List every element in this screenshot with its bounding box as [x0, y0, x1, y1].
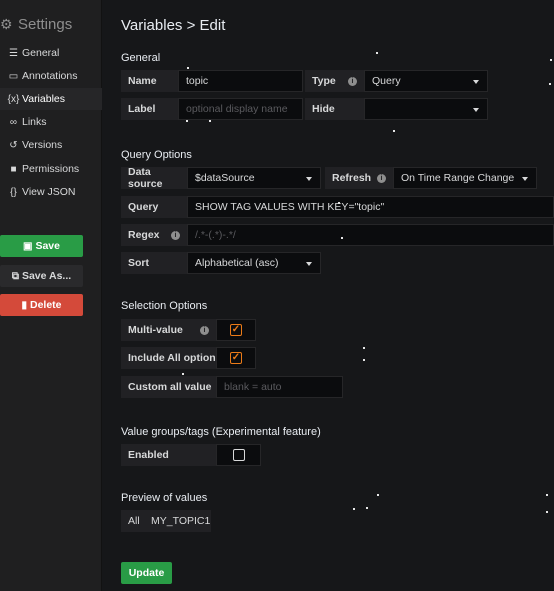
- custom-all-label: Custom all value: [121, 376, 216, 398]
- lock-icon: ■: [10, 163, 17, 175]
- query-options-heading: Query Options: [121, 149, 192, 161]
- sidebar-item-permissions[interactable]: ■ Permissions: [0, 158, 102, 180]
- comment-icon: ▭: [8, 70, 19, 82]
- label-input[interactable]: optional display name: [178, 98, 303, 120]
- query-label: Query: [121, 196, 187, 218]
- sort-select[interactable]: Alphabetical (asc): [187, 252, 321, 274]
- include-all-checkbox[interactable]: ✓: [230, 352, 242, 364]
- settings-title: ⚙ Settings: [0, 15, 73, 33]
- regex-input[interactable]: /.*-(.*)-.*/: [187, 224, 554, 246]
- custom-all-input[interactable]: blank = auto: [216, 376, 343, 398]
- info-icon: i: [171, 230, 180, 240]
- sidebar-item-links[interactable]: ∞ Links: [0, 111, 102, 133]
- preview-value: All: [121, 510, 145, 532]
- hide-label: Hide: [305, 98, 364, 120]
- artifact-dot: [182, 373, 184, 375]
- link-icon: ∞: [9, 116, 18, 128]
- artifact-dot: [338, 202, 340, 204]
- code-icon: {}: [10, 186, 17, 198]
- artifact-dot: [187, 67, 189, 69]
- artifact-dot: [546, 494, 548, 496]
- save-button[interactable]: ▣ Save: [0, 235, 83, 257]
- artifact-dot: [550, 59, 552, 61]
- artifact-dot: [209, 120, 211, 122]
- selection-options-heading: Selection Options: [121, 300, 208, 312]
- history-icon: ↺: [9, 139, 18, 151]
- sidebar-item-versions[interactable]: ↺ Versions: [0, 134, 102, 156]
- save-as-button[interactable]: ⧉ Save As...: [0, 265, 83, 287]
- artifact-dot: [376, 52, 378, 54]
- copy-icon: ⧉: [11, 270, 19, 282]
- info-icon: i: [348, 76, 357, 86]
- artifact-dot: [363, 347, 365, 349]
- multi-value-checkbox-wrap: ✓: [216, 319, 256, 341]
- gear-icon: ⚙: [0, 15, 13, 32]
- artifact-dot: [363, 359, 365, 361]
- sliders-icon: ☰: [9, 47, 18, 59]
- sidebar-item-general[interactable]: ☰ General: [0, 42, 102, 64]
- regex-label: Regex i: [121, 224, 187, 246]
- artifact-dot: [546, 511, 548, 513]
- settings-sidebar: ⚙ Settings ☰ General ▭ Annotations {x} V…: [0, 0, 102, 591]
- enabled-checkbox-wrap: [216, 444, 261, 466]
- hide-select[interactable]: [364, 98, 488, 120]
- value-groups-heading: Value groups/tags (Experimental feature): [121, 426, 321, 438]
- type-label: Type i: [305, 70, 364, 92]
- enabled-checkbox[interactable]: [232, 449, 245, 461]
- name-input[interactable]: topic: [178, 70, 303, 92]
- artifact-dot: [353, 508, 355, 510]
- general-heading: General: [121, 52, 161, 64]
- sidebar-item-view-json[interactable]: {} View JSON: [0, 181, 102, 203]
- sidebar-item-annotations[interactable]: ▭ Annotations: [0, 65, 102, 87]
- artifact-dot: [377, 494, 379, 496]
- sort-label: Sort: [121, 252, 187, 274]
- page-title: Variables > Edit: [121, 17, 226, 34]
- artifact-dot: [366, 507, 368, 509]
- type-select[interactable]: Query: [364, 70, 488, 92]
- data-source-select[interactable]: $dataSource: [187, 167, 321, 189]
- enabled-label: Enabled: [121, 444, 216, 466]
- multi-value-checkbox[interactable]: ✓: [230, 324, 242, 336]
- info-icon: i: [377, 173, 386, 183]
- refresh-select[interactable]: On Time Range Change: [393, 167, 537, 189]
- save-icon: ▣: [23, 240, 33, 252]
- artifact-dot: [393, 130, 395, 132]
- name-label: Name: [121, 70, 178, 92]
- variable-icon: {x}: [7, 93, 20, 105]
- preview-value: MY_TOPIC1: [145, 510, 211, 532]
- query-input[interactable]: SHOW TAG VALUES WITH KEY="topic": [187, 196, 554, 218]
- preview-heading: Preview of values: [121, 492, 208, 504]
- trash-icon: ▮: [21, 299, 27, 311]
- main-panel: Variables > Edit General Name topic Type…: [103, 0, 554, 591]
- include-all-label: Include All option: [121, 347, 216, 369]
- include-all-checkbox-wrap: ✓: [216, 347, 256, 369]
- data-source-label: Data source: [121, 166, 187, 190]
- info-icon: i: [200, 325, 209, 335]
- update-button[interactable]: Update: [121, 562, 172, 584]
- artifact-dot: [341, 237, 343, 239]
- refresh-label: Refresh i: [325, 167, 393, 189]
- artifact-dot: [186, 120, 188, 122]
- artifact-dot: [549, 83, 551, 85]
- delete-button[interactable]: ▮ Delete: [0, 294, 83, 316]
- sidebar-item-variables[interactable]: {x} Variables: [0, 88, 102, 110]
- multi-value-label: Multi-value i: [121, 319, 216, 341]
- label-label: Label: [121, 98, 178, 120]
